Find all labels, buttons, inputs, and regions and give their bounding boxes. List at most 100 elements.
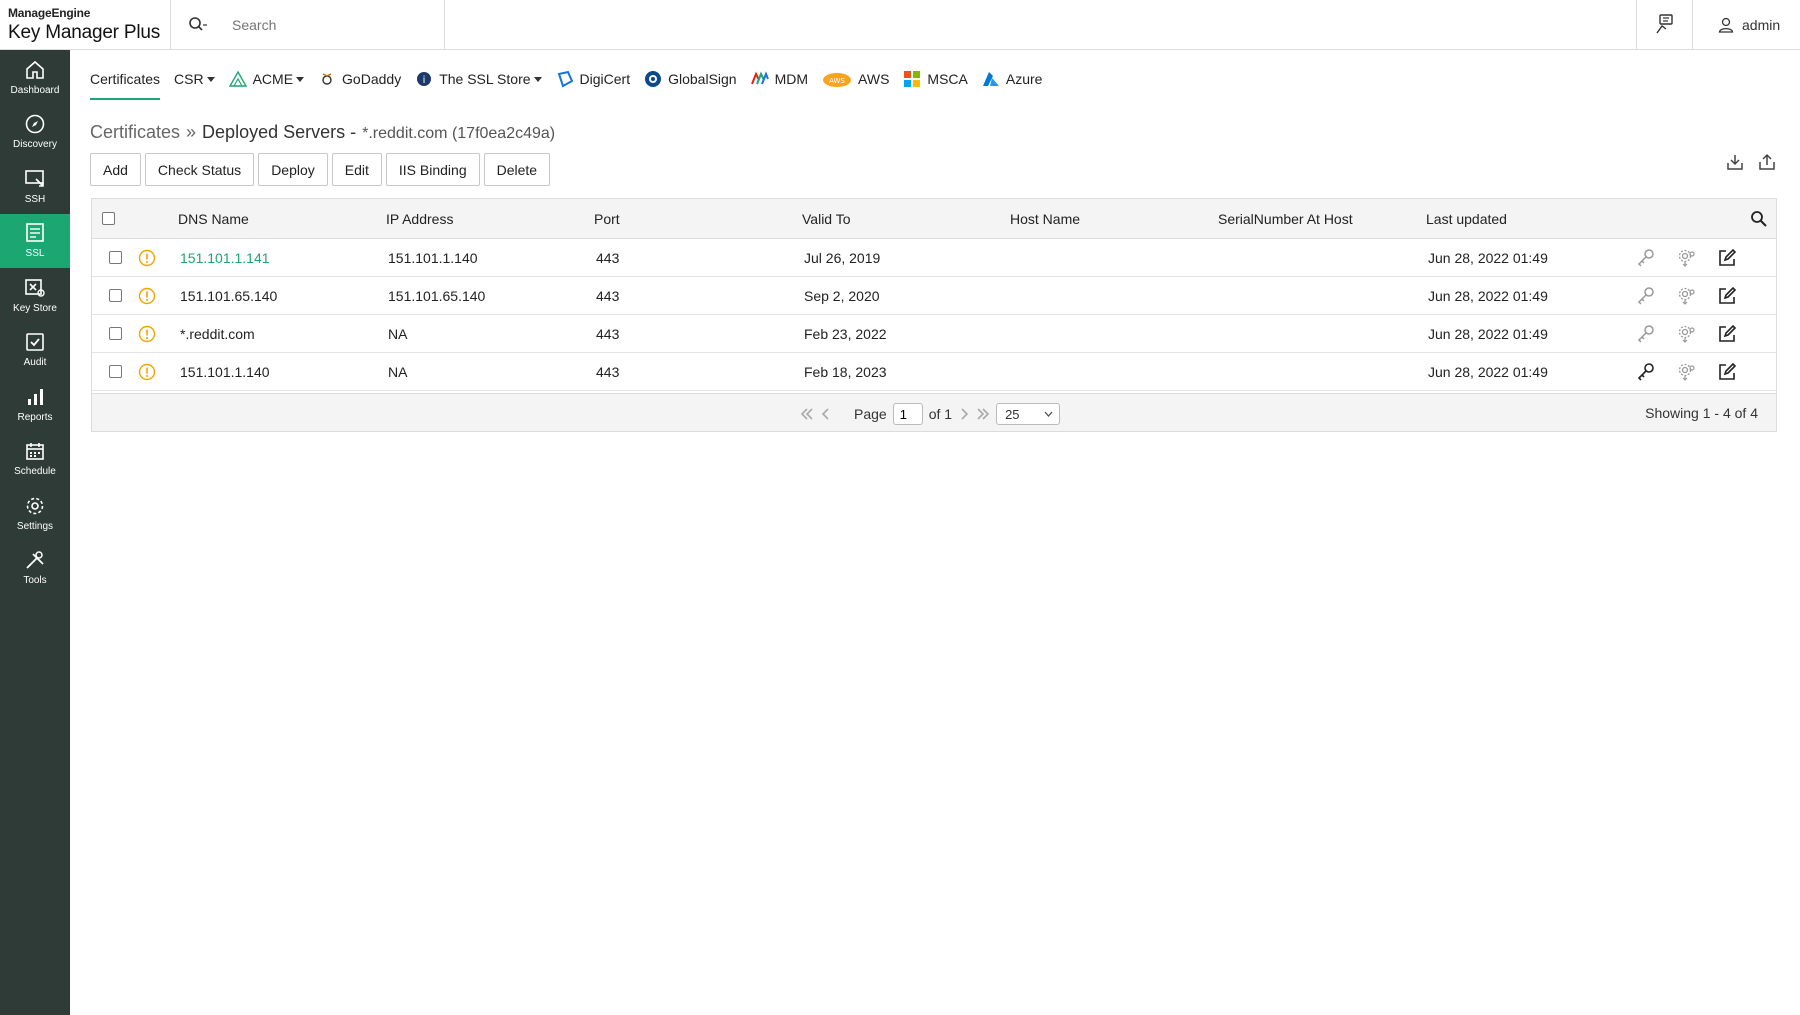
- chevron-down-icon: [1044, 411, 1053, 417]
- sidebar-item-schedule[interactable]: Schedule: [0, 432, 70, 487]
- sidebar-item-tools[interactable]: Tools: [0, 541, 70, 596]
- tab-label: MSCA: [927, 71, 968, 87]
- warning-icon: [138, 249, 156, 266]
- table-header: DNS Name IP Address Port Valid To Host N…: [92, 199, 1776, 239]
- sidebar-item-settings[interactable]: Settings: [0, 486, 70, 541]
- tab-digicert[interactable]: DigiCert: [556, 64, 630, 94]
- valid-to: Feb 18, 2023: [804, 363, 887, 380]
- search-input[interactable]: [232, 12, 432, 38]
- page-size-select[interactable]: 25: [996, 403, 1061, 425]
- app-logo[interactable]: ManageEngine Key Manager Plus: [8, 6, 168, 44]
- table-row[interactable]: 151.101.1.140 NA 443 Feb 18, 2023 Jun 28…: [92, 353, 1776, 391]
- column-header[interactable]: Valid To: [802, 199, 851, 238]
- check-status-button[interactable]: Check Status: [144, 153, 255, 186]
- msca-icon: [904, 71, 921, 87]
- column-header[interactable]: Last updated: [1426, 199, 1507, 238]
- edit-icon[interactable]: [1717, 362, 1737, 382]
- column-header[interactable]: Port: [594, 199, 620, 238]
- edit-icon[interactable]: [1717, 324, 1737, 344]
- action-toolbar: Add Check Status Deploy Edit IIS Binding…: [90, 153, 551, 186]
- table-row[interactable]: *.reddit.com NA 443 Feb 23, 2022 Jun 28,…: [92, 315, 1776, 353]
- breadcrumb-separator: »: [186, 122, 197, 142]
- upload-icon[interactable]: [1758, 153, 1776, 171]
- edit-icon[interactable]: [1717, 286, 1737, 306]
- valid-to: Jul 26, 2019: [804, 249, 881, 266]
- add-button[interactable]: Add: [90, 153, 141, 186]
- sidebar-item-audit[interactable]: Audit: [0, 323, 70, 378]
- tab-csr[interactable]: CSR: [174, 64, 215, 94]
- tab-acme[interactable]: ACME: [228, 64, 305, 94]
- deploy-button[interactable]: Deploy: [258, 153, 328, 186]
- prev-page-icon[interactable]: [820, 407, 832, 421]
- dns-name-link[interactable]: 151.101.1.141: [180, 239, 270, 276]
- sidebar-item-label: Tools: [23, 575, 47, 587]
- deploy-gear-icon[interactable]: [1677, 286, 1697, 306]
- column-header[interactable]: IP Address: [386, 199, 453, 238]
- audit-icon: [26, 333, 44, 352]
- tab-aws[interactable]: AWS AWS: [822, 64, 889, 94]
- search-icon[interactable]: [188, 16, 208, 34]
- user-menu[interactable]: admin: [1718, 14, 1780, 36]
- key-icon[interactable]: [1636, 324, 1656, 344]
- search-icon[interactable]: [1750, 210, 1768, 228]
- deploy-gear-icon[interactable]: [1677, 362, 1697, 382]
- last-updated: Jun 28, 2022 01:49: [1428, 287, 1548, 304]
- edit-button[interactable]: Edit: [331, 153, 382, 186]
- table-row[interactable]: 151.101.65.140 151.101.65.140 443 Sep 2,…: [92, 277, 1776, 315]
- ssh-icon: [25, 169, 44, 187]
- deploy-gear-icon[interactable]: [1677, 248, 1697, 268]
- row-checkbox[interactable]: [109, 327, 122, 340]
- deploy-gear-icon[interactable]: [1677, 324, 1697, 344]
- tab-the-ssl-store[interactable]: i The SSL Store: [415, 64, 542, 94]
- column-header[interactable]: Host Name: [1010, 199, 1080, 238]
- row-checkbox[interactable]: [109, 251, 122, 264]
- column-header[interactable]: SerialNumber At Host: [1218, 199, 1353, 238]
- page-of-label: of 1: [928, 406, 953, 422]
- page-label: Page: [854, 406, 887, 422]
- tab-godaddy[interactable]: GoDaddy: [318, 64, 401, 94]
- sidebar-item-ssl[interactable]: SSL: [0, 213, 70, 268]
- next-page-icon[interactable]: [958, 407, 970, 421]
- digicert-icon: [557, 70, 573, 88]
- dns-name: *.reddit.com: [180, 325, 255, 342]
- tab-globalsign[interactable]: GlobalSign: [644, 64, 737, 94]
- sidebar: Dashboard Discovery SSH SSL Key Store Au…: [0, 50, 70, 1015]
- sidebar-item-reports[interactable]: Reports: [0, 377, 70, 432]
- key-icon[interactable]: [1636, 286, 1656, 306]
- sidebar-item-ssh[interactable]: SSH: [0, 159, 70, 214]
- breadcrumb-current: Deployed Servers -: [202, 122, 357, 142]
- user-icon: [1718, 17, 1734, 33]
- sidebar-item-key-store[interactable]: Key Store: [0, 268, 70, 323]
- divider: [1636, 0, 1637, 50]
- godaddy-icon: [322, 73, 332, 85]
- iis-binding-button[interactable]: IIS Binding: [385, 153, 480, 186]
- tab-msca[interactable]: MSCA: [903, 64, 968, 94]
- azure-icon: [982, 72, 999, 86]
- svg-text:i: i: [423, 75, 426, 86]
- tab-certificates[interactable]: Certificates: [90, 64, 161, 100]
- sidebar-item-label: Discovery: [13, 139, 57, 151]
- sidebar-item-label: SSL: [25, 248, 45, 260]
- edit-icon[interactable]: [1717, 248, 1737, 268]
- key-icon[interactable]: [1636, 248, 1656, 268]
- page-number-input[interactable]: [892, 403, 923, 425]
- table-row[interactable]: 151.101.1.141 151.101.1.140 443 Jul 26, …: [92, 239, 1776, 277]
- last-updated: Jun 28, 2022 01:49: [1428, 249, 1548, 266]
- key-icon[interactable]: [1636, 362, 1656, 382]
- tab-azure[interactable]: Azure: [982, 64, 1042, 94]
- first-page-icon[interactable]: [800, 407, 814, 421]
- row-checkbox[interactable]: [109, 289, 122, 302]
- sidebar-item-discovery[interactable]: Discovery: [0, 105, 70, 160]
- tab-mdm[interactable]: MDM: [750, 64, 808, 94]
- download-icon[interactable]: [1726, 153, 1744, 171]
- column-header[interactable]: DNS Name: [178, 199, 249, 238]
- sidebar-item-dashboard[interactable]: Dashboard: [0, 50, 70, 105]
- key-store-icon: [25, 278, 45, 297]
- tab-label: GoDaddy: [342, 71, 402, 87]
- last-page-icon[interactable]: [976, 407, 990, 421]
- breadcrumb-root[interactable]: Certificates: [90, 122, 180, 143]
- announcement-icon[interactable]: [1654, 13, 1676, 35]
- select-all-checkbox[interactable]: [102, 212, 115, 225]
- row-checkbox[interactable]: [109, 365, 122, 378]
- delete-button[interactable]: Delete: [483, 153, 551, 186]
